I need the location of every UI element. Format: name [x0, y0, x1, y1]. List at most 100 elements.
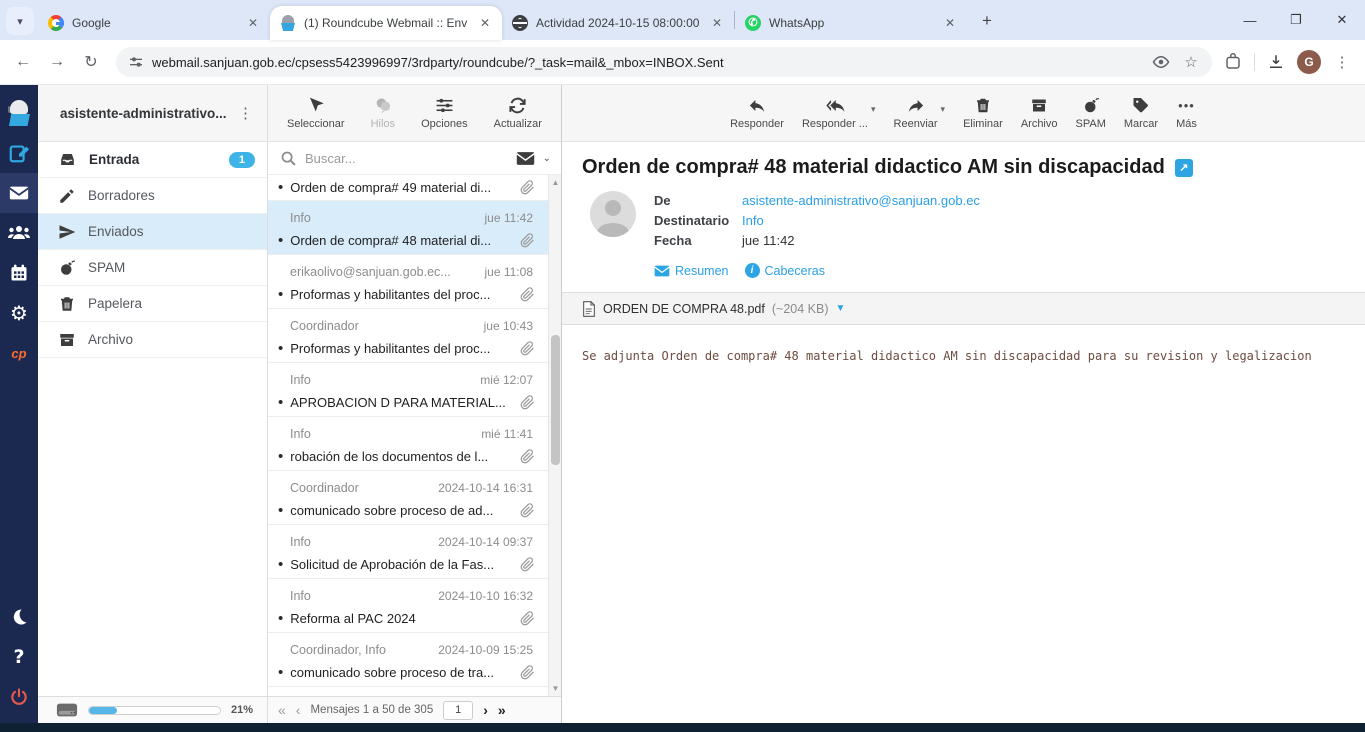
folder-label: Archivo [88, 332, 255, 347]
mark-button[interactable]: Marcar [1124, 96, 1158, 130]
message-list-item[interactable]: Coordinadorjue 10:43 • Proformas y habil… [268, 309, 561, 363]
headers-label: Cabeceras [765, 264, 825, 278]
extensions-icon[interactable] [1222, 51, 1244, 73]
folder-options-kebab-icon[interactable]: ⋮ [232, 104, 259, 122]
open-in-new-window-icon[interactable]: ↗ [1175, 159, 1193, 177]
first-page-button[interactable]: « [278, 702, 286, 718]
new-tab-button[interactable]: + [973, 7, 1001, 35]
folder-borradores[interactable]: Borradores [38, 178, 267, 214]
eye-icon[interactable] [1150, 51, 1172, 73]
attachment-name-link[interactable]: ORDEN DE COMPRA 48.pdf [603, 302, 765, 316]
message-list-item[interactable]: Coordinador2024-10-14 16:31 • comunicado… [268, 471, 561, 525]
reply-button[interactable]: Responder [730, 96, 784, 130]
back-button[interactable]: ← [8, 47, 38, 77]
message-sender: Info [290, 589, 311, 603]
search-scope-envelope-icon[interactable] [516, 151, 535, 166]
tab-google[interactable]: Google ✕ [38, 6, 270, 40]
chevron-down-icon[interactable]: ▾ [871, 104, 876, 115]
roundcube-logo[interactable] [0, 93, 38, 133]
menu-kebab-icon[interactable]: ⋮ [1331, 51, 1353, 73]
url-text[interactable]: webmail.sanjuan.gob.ec/cpsess5423996997/… [152, 55, 1142, 70]
date-value: jue 11:42 [742, 233, 795, 248]
scrollbar-thumb[interactable] [551, 335, 560, 465]
dark-mode-moon-icon[interactable] [0, 597, 38, 637]
message-list-item[interactable]: • Orden de compra# 49 material di... [268, 175, 561, 201]
archive-icon [1030, 96, 1048, 115]
to-address-link[interactable]: Info [742, 213, 764, 228]
message-sender: erikaolivo@sanjuan.gob.ec... [290, 265, 450, 279]
tab-close-icon[interactable]: ✕ [708, 14, 726, 32]
page-number-input[interactable] [443, 701, 473, 720]
reply-all-button[interactable]: Responder ... [802, 96, 868, 130]
contacts-icon[interactable] [0, 213, 38, 253]
summary-link[interactable]: Resumen [654, 264, 729, 278]
message-date: 2024-10-14 16:31 [438, 481, 533, 495]
message-list-item[interactable]: erikaolivo@sanjuan.gob.ec...jue 11:08 • … [268, 255, 561, 309]
message-list-item-selected[interactable]: Infojue 11:42 • Orden de compra# 48 mate… [268, 201, 561, 255]
calendar-icon[interactable] [0, 253, 38, 293]
tab-close-icon[interactable]: ✕ [941, 14, 959, 32]
next-page-button[interactable]: › [483, 702, 488, 718]
folder-archivo[interactable]: Archivo [38, 322, 267, 358]
site-settings-icon[interactable] [128, 54, 144, 70]
close-window-button[interactable]: ✕ [1319, 12, 1365, 28]
minimize-button[interactable]: — [1227, 13, 1273, 28]
mail-icon[interactable] [0, 173, 38, 213]
folder-spam[interactable]: SPAM [38, 250, 267, 286]
message-list-item[interactable]: Infomié 12:07 • APROBACION D PARA MATERI… [268, 363, 561, 417]
tab-actividad[interactable]: Actividad 2024-10-15 08:00:00 ✕ [502, 6, 734, 40]
search-options-caret-icon[interactable]: ⌄ [543, 153, 551, 164]
forward-button[interactable]: → [42, 47, 72, 77]
omnibox[interactable]: webmail.sanjuan.gob.ec/cpsess5423996997/… [116, 47, 1212, 77]
folder-papelera[interactable]: Papelera [38, 286, 267, 322]
scroll-down-icon[interactable]: ▼ [549, 684, 561, 693]
tab-search-button[interactable]: ▾ [6, 7, 34, 35]
threads-button[interactable]: Hilos [371, 96, 395, 130]
folder-entrada[interactable]: Entrada 1 [38, 142, 267, 178]
reload-button[interactable]: ↻ [76, 47, 106, 77]
list-scrollbar[interactable]: ▲ ▼ [548, 175, 561, 696]
tab-close-icon[interactable]: ✕ [244, 14, 262, 32]
compose-icon[interactable] [0, 133, 38, 173]
search-icon [280, 150, 297, 167]
message-list-item[interactable]: Info2024-10-14 09:37 • Solicitud de Apro… [268, 525, 561, 579]
options-button[interactable]: Opciones [421, 96, 467, 130]
delete-button[interactable]: Eliminar [963, 96, 1003, 130]
prev-page-button[interactable]: ‹ [296, 702, 301, 718]
message-list-item[interactable]: Coordinador, Info2024-10-09 15:25 • comu… [268, 633, 561, 687]
tag-icon [1132, 96, 1150, 115]
restore-button[interactable]: ❐ [1273, 12, 1319, 28]
search-input[interactable] [305, 151, 508, 166]
folder-enviados[interactable]: Enviados [38, 214, 267, 250]
tab-whatsapp[interactable]: WhatsApp ✕ [735, 6, 967, 40]
logout-power-icon[interactable] [0, 677, 38, 717]
help-icon[interactable]: ? [0, 637, 38, 677]
refresh-button[interactable]: Actualizar [494, 96, 542, 130]
settings-gear-icon[interactable]: ⚙ [0, 293, 38, 333]
window-controls: — ❐ ✕ [1227, 0, 1365, 40]
headers-link[interactable]: i Cabeceras [745, 263, 825, 278]
from-label: De [654, 193, 742, 208]
download-icon[interactable] [1265, 51, 1287, 73]
button-label: Actualizar [494, 118, 542, 130]
scroll-up-icon[interactable]: ▲ [549, 178, 561, 187]
forward-button[interactable]: Reenviar [894, 96, 938, 130]
attachment-menu-caret-icon[interactable]: ▼ [836, 303, 846, 314]
bookmark-star-icon[interactable]: ☆ [1180, 51, 1202, 73]
chevron-down-icon[interactable]: ▾ [941, 104, 946, 115]
archive-button[interactable]: Archivo [1021, 96, 1058, 130]
message-list-item[interactable]: Info2024-10-10 16:32 • Reforma al PAC 20… [268, 579, 561, 633]
cpanel-icon[interactable]: cp [0, 333, 38, 373]
from-address-link[interactable]: asistente-administrativo@sanjuan.gob.ec [742, 193, 980, 208]
select-button[interactable]: Seleccionar [287, 96, 344, 130]
tab-close-icon[interactable]: ✕ [476, 14, 494, 32]
last-page-button[interactable]: » [498, 702, 506, 718]
profile-avatar[interactable]: G [1297, 50, 1321, 74]
more-button[interactable]: ••• Más [1176, 96, 1197, 130]
tab-roundcube[interactable]: (1) Roundcube Webmail :: Envia ✕ [270, 6, 502, 40]
trash-icon [58, 295, 76, 313]
spam-button[interactable]: SPAM [1076, 96, 1106, 130]
address-bar: ← → ↻ webmail.sanjuan.gob.ec/cpsess54239… [0, 40, 1365, 85]
forward-icon [905, 96, 927, 115]
message-list-item[interactable]: Infomié 11:41 • robación de los document… [268, 417, 561, 471]
